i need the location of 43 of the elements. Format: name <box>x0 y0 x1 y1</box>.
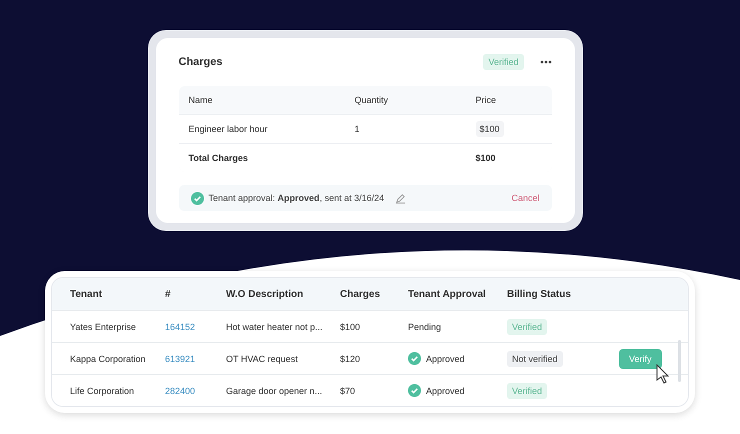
table-cell-text: Kappa Corporation <box>70 354 147 364</box>
column-header: Price <box>476 95 498 105</box>
pen-icon[interactable] <box>395 192 406 204</box>
table-cell-text: Garage door opener n... <box>226 386 324 396</box>
total-label: Total Charges <box>188 153 249 163</box>
approval-text: Tenant approval: Approved, sent at 3/16/24 <box>208 193 384 203</box>
table-cell-text: OT HVAC request <box>226 354 299 364</box>
table-cell-text: $100 <box>340 322 362 332</box>
status-badge: Verified <box>483 54 524 70</box>
check-circle-icon <box>408 384 421 397</box>
table-cell-text: 1 <box>354 124 361 134</box>
column-header: # <box>165 288 172 300</box>
check-circle-icon <box>408 352 421 365</box>
column-header: W.O Description <box>226 288 304 300</box>
status-badge: Verified <box>507 318 548 334</box>
column-header: Charges <box>340 288 382 300</box>
table-cell-text: Hot water heater not p... <box>226 322 324 332</box>
status-badge: Verified <box>507 382 548 398</box>
column-header: Name <box>188 95 214 105</box>
table-cell-text: $120 <box>340 354 362 364</box>
column-header: Billing Status <box>507 288 572 300</box>
price-chip: $100 <box>476 121 504 137</box>
card-title: Charges <box>178 56 223 68</box>
work-order-link[interactable]: 282400 <box>165 386 226 396</box>
column-header: Tenant Approval <box>408 288 487 300</box>
scrollbar[interactable] <box>678 340 681 382</box>
verify-button[interactable]: Verify <box>619 348 662 368</box>
table-cell-text: $70 <box>340 386 356 396</box>
column-header: Quantity <box>354 95 390 105</box>
status-badge: Not verified <box>507 350 563 366</box>
work-order-link[interactable]: 613921 <box>165 354 226 364</box>
more-icon[interactable] <box>540 60 552 64</box>
table-cell-text: Engineer labor hour <box>188 124 269 134</box>
total-value: $100 <box>476 153 497 163</box>
table-cell: Approved <box>426 386 465 396</box>
table-cell-text: Yates Enterprise <box>70 322 137 332</box>
column-header: Tenant <box>70 288 104 300</box>
work-order-link[interactable]: 164152 <box>165 322 226 332</box>
cancel-button[interactable]: Cancel <box>511 193 540 203</box>
table-cell-text: Pending <box>408 322 442 332</box>
check-circle-icon <box>190 192 204 204</box>
table-cell-text: Life Corporation <box>70 386 136 396</box>
table-cell: Approved <box>426 354 465 364</box>
